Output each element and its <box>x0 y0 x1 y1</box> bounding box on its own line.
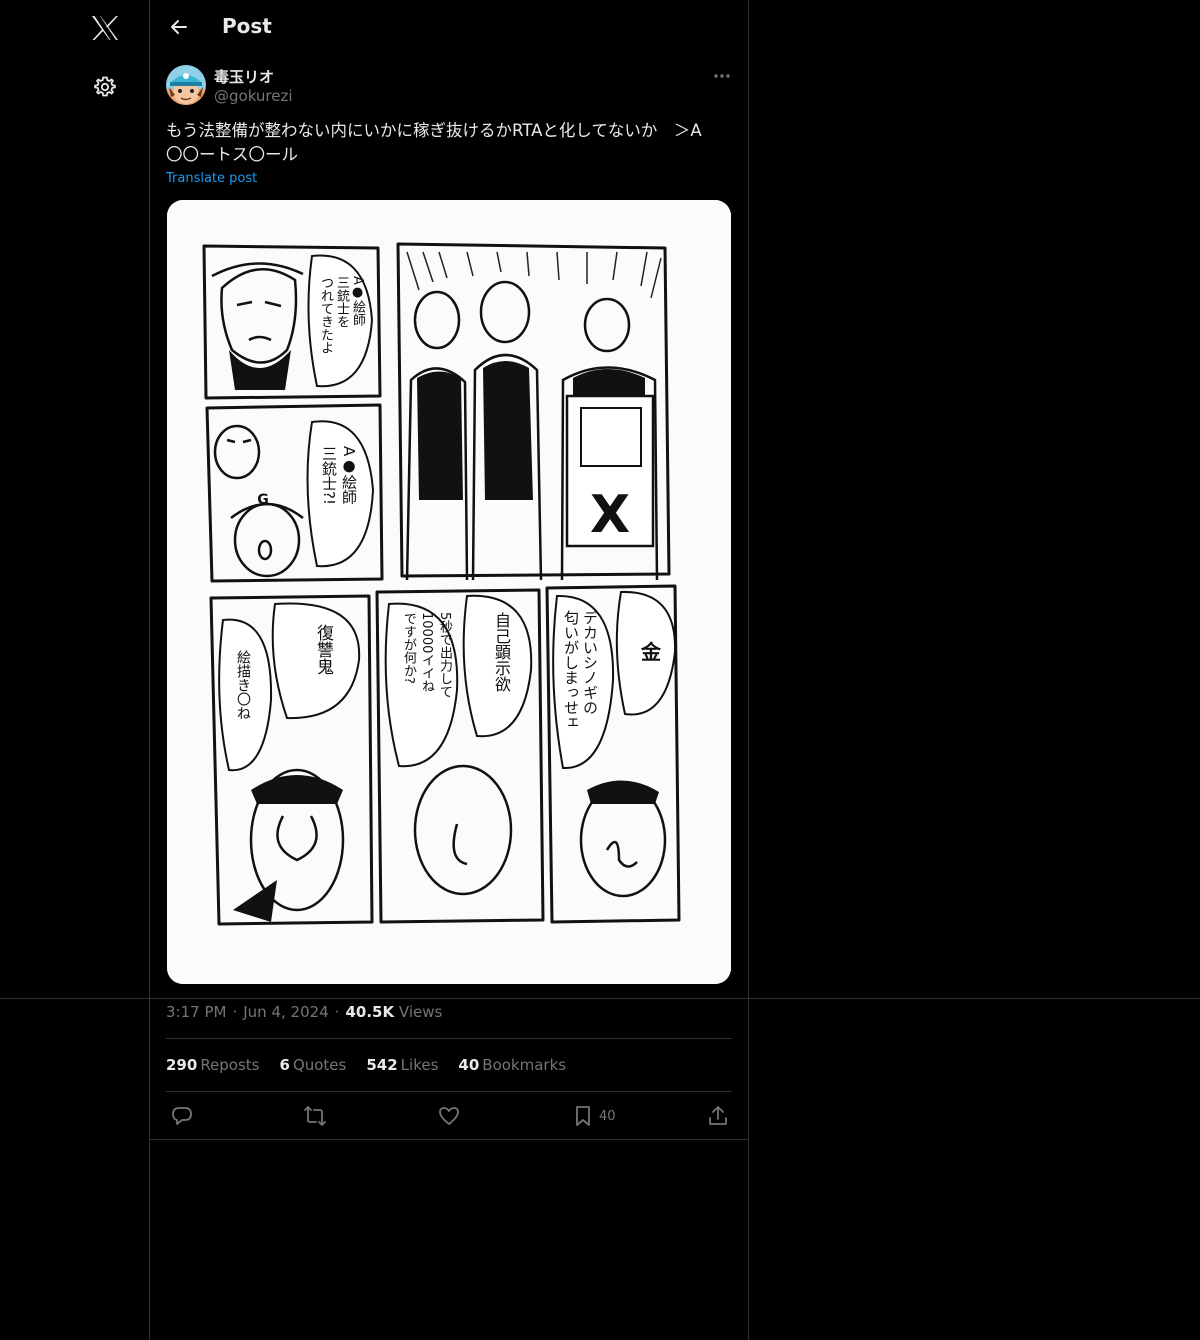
page-title: Post <box>222 14 272 38</box>
post-time[interactable]: 3:17 PM <box>166 1003 226 1021</box>
divider <box>166 1038 732 1039</box>
post-detail-column: Post 毒玉リオ @gokurezi もう法整備が整わない内にいかに稼ぎ抜ける… <box>150 0 748 1340</box>
heart-icon[interactable] <box>438 1103 460 1129</box>
column-divider-right <box>748 0 749 1340</box>
share-icon[interactable] <box>707 1103 729 1129</box>
comic-bubble-artist: 絵描き〇ね <box>235 650 251 720</box>
avatar[interactable] <box>166 65 206 105</box>
bookmarks-stat[interactable]: 40 Bookmarks <box>458 1056 566 1074</box>
reposts-stat[interactable]: 290 Reposts <box>166 1056 260 1074</box>
author-display-name[interactable]: 毒玉リオ <box>214 66 274 87</box>
action-bar: 40 <box>150 1100 748 1132</box>
views-label: Views <box>398 1003 443 1021</box>
author-handle[interactable]: @gokurezi <box>214 87 293 105</box>
comic-shirt-logo: X <box>590 485 630 545</box>
arrow-left-icon[interactable] <box>162 10 196 44</box>
bookmark-icon[interactable]: 40 <box>573 1103 616 1129</box>
comic-bubble-shinogi: デカいシノギの 匂いがしまっせェ <box>562 610 599 730</box>
left-nav <box>0 0 150 1340</box>
header: Post <box>150 0 748 54</box>
post-text: もう法整備が整わない内にいかに稼ぎ抜けるかRTAと化してないか ＞A 〇〇ートス… <box>166 121 702 164</box>
comic-cap-badge: G <box>257 492 269 508</box>
likes-stat[interactable]: 542 Likes <box>366 1056 438 1074</box>
bookmark-count: 40 <box>599 1108 616 1124</box>
comic-bubble-likes: 5秒で出力して 10000イイね ですが何か? <box>401 612 452 699</box>
translate-post-link[interactable]: Translate post <box>166 171 257 186</box>
post-media-image[interactable]: X G A●絵師 三銃士を つれてきたよ A●絵師 三銃士?! 金 デカいシノギ… <box>167 200 731 984</box>
comic-speech-1: A●絵師 三銃士を つれてきたよ <box>318 276 365 354</box>
comic-bubble-revenge: 復讐鬼 <box>313 624 333 675</box>
comic-bubble-ego: 自己顕示欲 <box>492 612 511 692</box>
divider <box>166 1091 732 1092</box>
post-meta: 3:17 PM · Jun 4, 2024 · 40.5K Views <box>166 1003 443 1021</box>
x-logo-icon[interactable] <box>86 9 124 47</box>
more-options-icon[interactable] <box>710 66 734 86</box>
quotes-stat[interactable]: 6 Quotes <box>280 1056 347 1074</box>
horizontal-divider <box>0 998 1200 999</box>
comic-speech-3: A●絵師 三銃士?! <box>320 446 358 505</box>
post-date[interactable]: Jun 4, 2024 <box>243 1003 328 1021</box>
views-count: 40.5K <box>345 1003 395 1021</box>
gear-icon[interactable] <box>88 70 122 104</box>
reply-icon[interactable] <box>171 1103 193 1129</box>
comic-bubble-money: 金 <box>641 640 661 664</box>
divider <box>150 1139 748 1140</box>
post-stats: 290 Reposts 6 Quotes 542 Likes 40 Bookmarks <box>166 1056 566 1074</box>
repost-icon[interactable] <box>303 1103 327 1129</box>
